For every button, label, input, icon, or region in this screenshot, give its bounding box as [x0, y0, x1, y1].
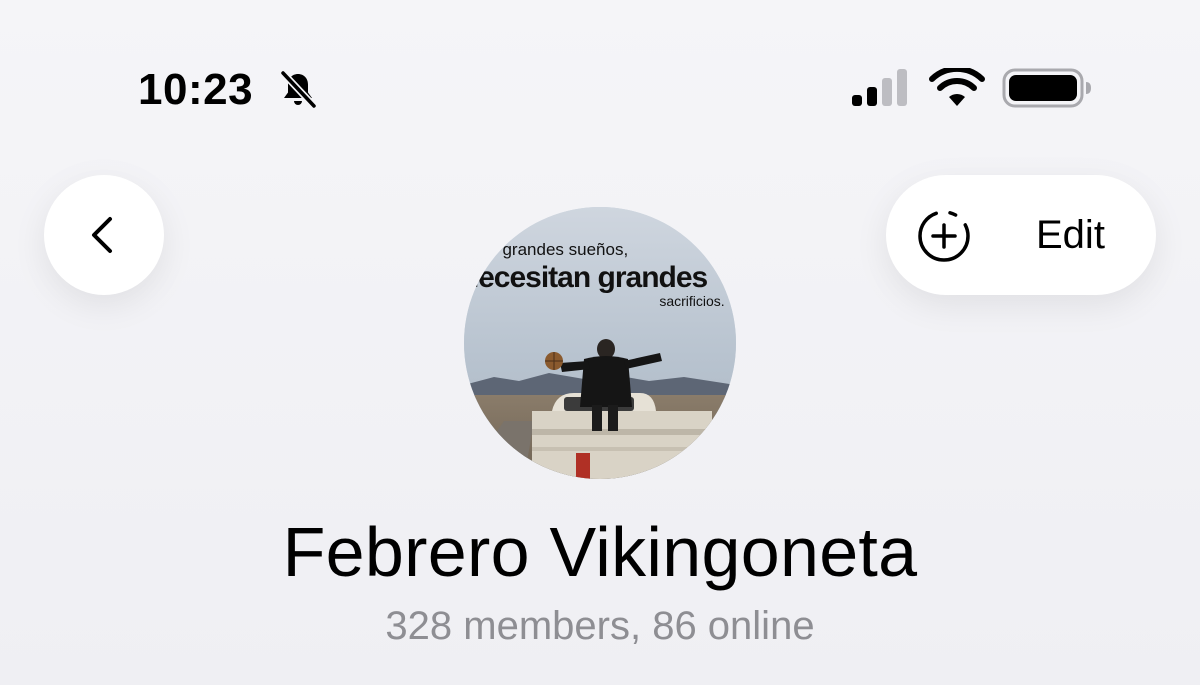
avatar-caption-line-1: os grandes sueños, — [479, 240, 629, 259]
group-member-count: 328 members, 86 online — [385, 604, 815, 648]
avatar-caption-line-2: necesitan grandes — [464, 261, 708, 294]
wifi-icon — [929, 68, 985, 106]
chevron-left-icon — [92, 217, 112, 253]
add-story-button[interactable] — [914, 208, 974, 264]
back-button[interactable] — [44, 175, 164, 295]
edit-button[interactable]: Edit — [1036, 175, 1105, 295]
status-time: 10:23 — [138, 65, 254, 114]
avatar-caption-line-3: sacrificios. — [659, 293, 725, 309]
group-avatar[interactable]: os grandes sueños, necesitan grandes sac… — [464, 207, 736, 479]
bell-slash-icon — [279, 69, 318, 110]
cellular-signal-icon — [852, 69, 907, 106]
status-bar: 10:23 — [0, 0, 1200, 140]
edit-pill: Edit — [886, 175, 1156, 295]
group-name: Febrero Vikingoneta — [282, 513, 918, 591]
dashed-circle-plus-icon — [918, 210, 970, 262]
battery-icon — [1002, 68, 1091, 108]
